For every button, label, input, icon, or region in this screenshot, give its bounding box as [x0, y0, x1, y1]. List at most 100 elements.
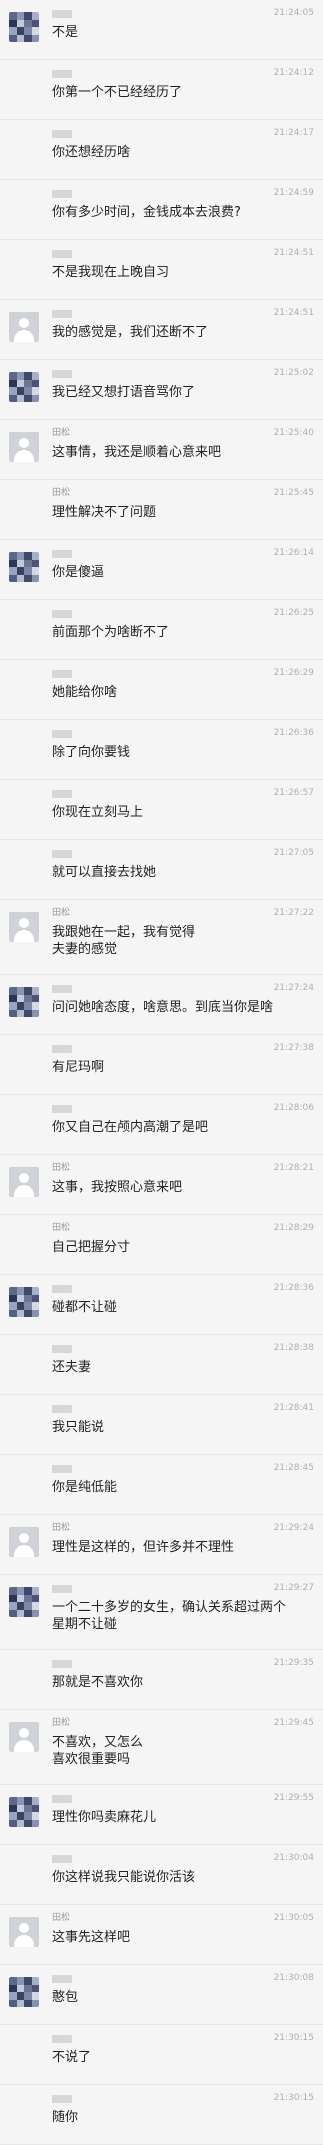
message-text: 你现在立刻马上 — [52, 805, 144, 820]
message-time: 21:27:22 — [273, 908, 314, 918]
sender-name: 田松 — [52, 908, 71, 918]
default-avatar-icon[interactable] — [9, 1167, 39, 1197]
message-time: 21:28:06 — [273, 1103, 314, 1113]
message-row[interactable]: 21:26:29 她能给你啥 — [0, 660, 323, 720]
default-avatar-icon[interactable] — [9, 1917, 39, 1947]
message-row[interactable]: 21:24:51 我的感觉是，我们还断不了 — [0, 300, 323, 360]
message-row[interactable]: 21:29:55 理性你吗卖麻花儿 — [0, 1785, 323, 1845]
message-row[interactable]: 21:28:38 还夫妻 — [0, 1335, 323, 1395]
message-row[interactable]: 田松 21:29:45 不喜欢，又怎么 喜欢很重要吗 — [0, 1710, 323, 1785]
sender-name-blurred — [52, 850, 72, 858]
message-text: 她能给你啥 — [52, 685, 118, 700]
sender-name-blurred — [52, 610, 72, 618]
sender-name-blurred — [52, 130, 72, 138]
message-text: 你还想经历啥 — [52, 145, 131, 160]
message-text: 不说了 — [52, 2050, 92, 2065]
sender-name-blurred — [52, 70, 72, 78]
message-text: 就可以直接去找她 — [52, 865, 157, 880]
message-row[interactable]: 21:29:27 一个二十多岁的女生，确认关系超过两个 星期不让碰 — [0, 1575, 323, 1650]
message-row[interactable]: 21:30:15 随你 — [0, 2085, 323, 2145]
sender-name-blurred — [52, 790, 72, 798]
message-text: 一个二十多岁的女生，确认关系超过两个 星期不让碰 — [52, 1600, 287, 1632]
pixelated-avatar[interactable] — [9, 552, 39, 582]
message-time: 21:28:41 — [273, 1403, 314, 1413]
message-row[interactable]: 21:25:02 我已经又想打语音骂你了 — [0, 360, 323, 420]
message-row[interactable]: 21:27:38 有尼玛啊 — [0, 1035, 323, 1095]
message-text: 理性你吗卖麻花儿 — [52, 1810, 157, 1825]
message-text: 我的感觉是，我们还断不了 — [52, 325, 209, 340]
message-time: 21:28:45 — [273, 1463, 314, 1473]
chat-history: 21:24:05 不是 21:24:12 你第一个不已经经历了 21:24:17 你还想经… — [0, 0, 323, 2145]
sender-name-blurred — [52, 985, 72, 993]
message-time: 21:26:14 — [273, 548, 314, 558]
message-text: 这事先这样吧 — [52, 1930, 131, 1945]
message-row[interactable]: 21:24:59 你有多少时间，金钱成本去浪费? — [0, 180, 323, 240]
message-row[interactable]: 田松 21:30:05 这事先这样吧 — [0, 1905, 323, 1965]
sender-name: 田松 — [52, 1523, 71, 1533]
default-avatar-icon[interactable] — [9, 312, 39, 342]
sender-name-blurred — [52, 1105, 72, 1113]
message-time: 21:26:36 — [273, 728, 314, 738]
message-time: 21:28:38 — [273, 1343, 314, 1353]
message-row[interactable]: 田松 21:29:24 理性是这样的，但许多并不理性 — [0, 1515, 323, 1575]
sender-name-blurred — [52, 250, 72, 258]
default-avatar-icon[interactable] — [9, 912, 39, 942]
pixelated-avatar[interactable] — [9, 1797, 39, 1827]
message-time: 21:30:04 — [273, 1853, 314, 1863]
pixelated-avatar[interactable] — [9, 1977, 39, 2007]
message-text: 理性是这样的，但许多并不理性 — [52, 1540, 235, 1555]
sender-name-blurred — [52, 1345, 72, 1353]
message-row[interactable]: 21:26:36 除了向你要钱 — [0, 720, 323, 780]
sender-name-blurred — [52, 1465, 72, 1473]
message-time: 21:24:17 — [273, 128, 314, 138]
message-row[interactable]: 21:24:17 你还想经历啥 — [0, 120, 323, 180]
message-row[interactable]: 21:28:36 碰都不让碰 — [0, 1275, 323, 1335]
message-row[interactable]: 田松 21:28:21 这事，我按照心意来吧 — [0, 1155, 323, 1215]
message-row[interactable]: 21:26:25 前面那个为啥断不了 — [0, 600, 323, 660]
message-row[interactable]: 21:28:41 我只能说 — [0, 1395, 323, 1455]
pixelated-avatar[interactable] — [9, 987, 39, 1017]
message-row[interactable]: 21:24:12 你第一个不已经经历了 — [0, 60, 323, 120]
message-row[interactable]: 21:27:24 问问她啥态度，啥意思。到底当你是啥 — [0, 975, 323, 1035]
message-row[interactable]: 田松 21:27:22 我跟她在一起，我有觉得 夫妻的感觉 — [0, 900, 323, 975]
message-row[interactable]: 21:28:06 你又自己在颅内高潮了是吧 — [0, 1095, 323, 1155]
sender-name-blurred — [52, 2095, 72, 2103]
message-row[interactable]: 21:30:08 憨包 — [0, 1965, 323, 2025]
message-time: 21:29:35 — [273, 1658, 314, 1668]
sender-name-blurred — [52, 550, 72, 558]
message-text: 你是纯低能 — [52, 1480, 118, 1495]
message-text: 不喜欢，又怎么 喜欢很重要吗 — [52, 1735, 144, 1767]
message-row[interactable]: 21:24:51 不是我现在上晚自习 — [0, 240, 323, 300]
pixelated-avatar[interactable] — [9, 372, 39, 402]
message-text: 你这样说我只能说你活该 — [52, 1870, 196, 1885]
default-avatar-icon[interactable] — [9, 1527, 39, 1557]
message-time: 21:24:51 — [273, 248, 314, 258]
message-time: 21:24:05 — [273, 8, 314, 18]
message-row[interactable]: 田松 21:28:29 自己把握分寸 — [0, 1215, 323, 1275]
message-time: 21:27:24 — [273, 983, 314, 993]
message-row[interactable]: 21:28:45 你是纯低能 — [0, 1455, 323, 1515]
message-time: 21:28:21 — [273, 1163, 314, 1173]
message-row[interactable]: 21:26:14 你是傻逼 — [0, 540, 323, 600]
pixelated-avatar[interactable] — [9, 12, 39, 42]
message-text: 除了向你要钱 — [52, 745, 131, 760]
message-text: 这事，我按照心意来吧 — [52, 1180, 183, 1195]
default-avatar-icon[interactable] — [9, 432, 39, 462]
default-avatar-icon[interactable] — [9, 1722, 39, 1752]
message-text: 自己把握分寸 — [52, 1240, 131, 1255]
message-row[interactable]: 田松 21:25:40 这事情，我还是顺着心意来吧 — [0, 420, 323, 480]
sender-name-blurred — [52, 310, 72, 318]
message-row[interactable]: 21:26:57 你现在立刻马上 — [0, 780, 323, 840]
message-row[interactable]: 21:27:05 就可以直接去找她 — [0, 840, 323, 900]
pixelated-avatar[interactable] — [9, 1587, 39, 1617]
message-row[interactable]: 田松 21:25:45 理性解决不了问题 — [0, 480, 323, 540]
message-time: 21:26:29 — [273, 668, 314, 678]
message-row[interactable]: 21:30:04 你这样说我只能说你活该 — [0, 1845, 323, 1905]
message-text: 我只能说 — [52, 1420, 105, 1435]
message-row[interactable]: 21:29:35 那就是不喜欢你 — [0, 1650, 323, 1710]
pixelated-avatar[interactable] — [9, 1287, 39, 1317]
sender-name: 田松 — [52, 1163, 71, 1173]
message-row[interactable]: 21:24:05 不是 — [0, 0, 323, 60]
sender-name: 田松 — [52, 428, 71, 438]
message-row[interactable]: 21:30:15 不说了 — [0, 2025, 323, 2085]
